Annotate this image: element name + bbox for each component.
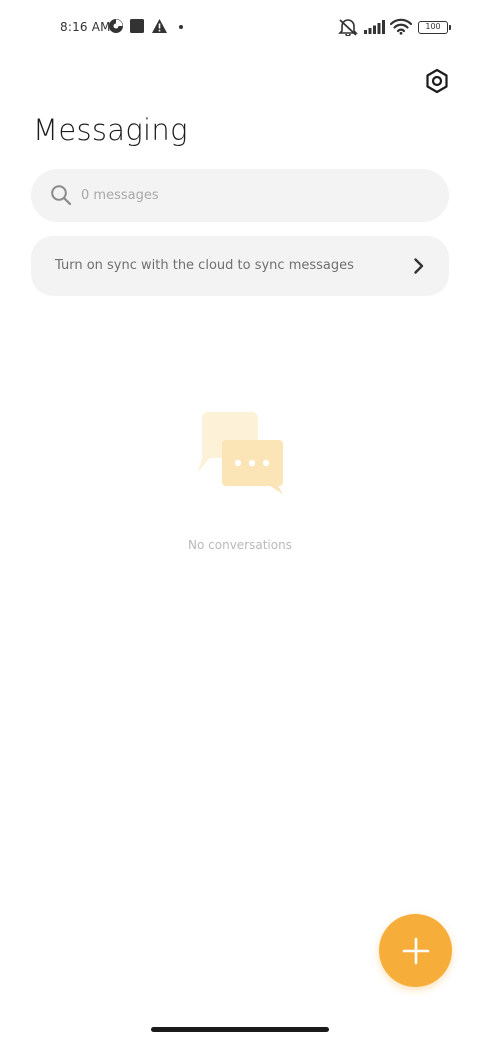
sync-banner[interactable]: Turn on sync with the cloud to sync mess… [31, 236, 449, 296]
wifi-icon [390, 18, 412, 35]
empty-state-text: No conversations [188, 538, 292, 552]
chat-bubbles-icon [198, 412, 283, 494]
page-title: Messaging [33, 113, 188, 147]
chevron-right-icon [414, 258, 424, 274]
search-bar[interactable] [31, 169, 449, 222]
new-message-button[interactable] [379, 914, 452, 987]
signal-icon [364, 20, 385, 34]
sync-banner-text: Turn on sync with the cloud to sync mess… [55, 258, 354, 273]
settings-button[interactable] [420, 64, 454, 98]
messaging-screen: 8:16 AM 100 Messaging 0 messages Turn on… [0, 0, 480, 1040]
data-saver-icon [109, 19, 123, 33]
status-bar: 8:16 AM 100 [0, 0, 480, 54]
status-time: 8:16 AM [60, 20, 111, 34]
muted-icon [338, 19, 358, 36]
home-indicator[interactable] [151, 1027, 329, 1032]
battery-level: 100 [425, 22, 441, 31]
dot-icon [179, 25, 183, 29]
search-input[interactable] [81, 169, 431, 222]
battery-icon: 100 [418, 21, 451, 34]
search-icon [51, 185, 72, 206]
square-notification-icon [130, 19, 144, 33]
settings-hexagon-icon [426, 68, 448, 94]
plus-icon [402, 937, 429, 964]
warning-icon [152, 19, 167, 33]
